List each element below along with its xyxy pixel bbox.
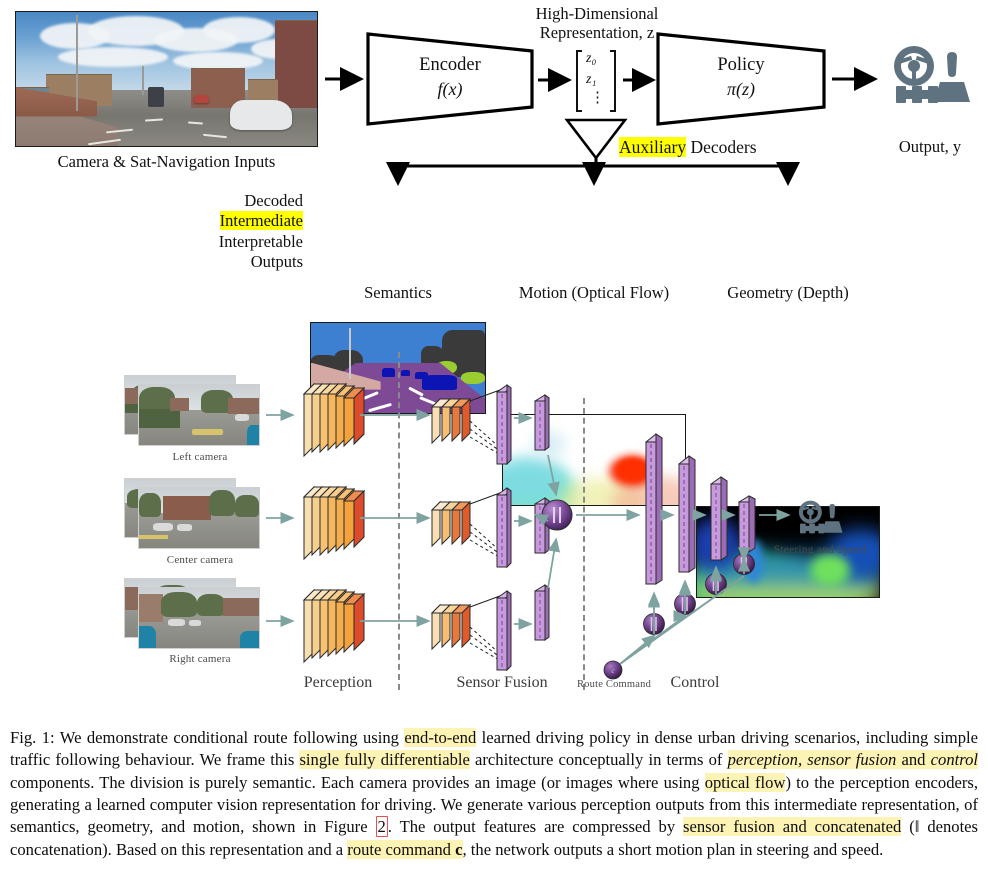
caption-segment-9: optical flow	[704, 772, 786, 792]
route-command-label: Route Command	[576, 679, 652, 690]
caption-segment-5: perception, sensor fusion	[727, 750, 897, 770]
caption-label: Fig. 1:	[10, 728, 55, 747]
fusion-block-center	[428, 488, 536, 571]
side-label-line-1: Intermediate	[219, 211, 303, 231]
encoder-title: Encoder	[419, 55, 481, 75]
policy-formula: π(z)	[726, 79, 755, 99]
input-camera-image	[15, 11, 318, 147]
steering-speed-label: Steering and Speed	[773, 544, 867, 556]
section-label-perception: Perception	[303, 674, 373, 691]
input-image-caption: Camera & Sat-Navigation Inputs	[57, 152, 276, 171]
side-label-line-0: Decoded	[244, 191, 303, 210]
decoders-word: Decoders	[686, 137, 757, 157]
caption-segment-1: end-to-end	[404, 728, 477, 747]
divider-fusion-control	[583, 398, 585, 690]
control-gate-node-2	[673, 592, 697, 621]
concatenation-node	[540, 498, 574, 537]
optical-flow-caption: Motion (Optical Flow)	[518, 283, 670, 302]
latent-vector: z₀ z₁ ⋮	[573, 48, 619, 114]
decoded-outputs-side-label: Decoded Intermediate Interpretable Outpu…	[185, 191, 303, 273]
divider-perception-fusion	[398, 352, 400, 690]
camera-thumb-left	[138, 384, 260, 446]
control-fc-bar-3	[707, 473, 731, 572]
caption-segment-0: We demonstrate conditional route followi…	[54, 728, 405, 747]
fusion-fc-bar-left-1	[494, 382, 514, 473]
caption-segment-15: route command c	[347, 839, 463, 859]
fusion-block-right	[428, 591, 536, 674]
encoder-formula: f(x)	[437, 79, 463, 99]
caption-segment-8: components. The division is purely seman…	[10, 772, 705, 792]
auxiliary-highlight: Auxiliary	[619, 137, 687, 157]
camera-label-right: Right camera	[169, 653, 231, 665]
latent-entry-0: z₀	[586, 51, 597, 66]
fusion-fc-bar-right-2	[532, 582, 552, 649]
fusion-fc-bar-left-2	[532, 392, 552, 459]
camera-label-left: Left camera	[172, 451, 228, 463]
control-gate-node-1	[642, 612, 666, 641]
caption-segment-3: single fully differentiable	[299, 750, 470, 770]
latent-entry-1: z₁	[586, 72, 597, 87]
caption-segment-4: architecture conceptually in terms of	[469, 750, 728, 770]
caption-segment-13: sensor fusion and concatenated	[683, 817, 902, 837]
latent-heading-line1: High-Dimensional	[535, 4, 659, 23]
semantics-caption: Semantics	[364, 283, 432, 302]
figure-page: Camera & Sat-Navigation Inputs Encoder f…	[0, 0, 988, 889]
side-label-line-3: Outputs	[250, 252, 303, 272]
caption-segment-6: and	[896, 750, 931, 770]
camera-thumb-center	[138, 487, 260, 549]
control-gate-node-4	[732, 552, 756, 581]
camera-label-center: Center camera	[166, 554, 234, 566]
policy-block: Policy π(z)	[655, 31, 827, 127]
encoder-block: Encoder f(x)	[365, 31, 535, 127]
steering-speed-icon	[794, 496, 844, 542]
section-label-sensor-fusion: Sensor Fusion	[456, 674, 548, 691]
depth-caption: Geometry (Depth)	[727, 283, 849, 302]
fusion-fc-bar-center-1	[494, 485, 514, 576]
perception-encoder-left	[296, 372, 388, 463]
perception-encoder-right	[296, 578, 388, 669]
perception-encoder-center	[296, 475, 388, 566]
fusion-block-left	[428, 385, 536, 468]
camera-thumb-right	[138, 587, 260, 649]
auxiliary-decoders-label: Auxiliary Decoders	[619, 137, 757, 158]
caption-segment-7: control	[930, 750, 978, 770]
caption-segment-11: 2	[375, 816, 388, 838]
caption-segment-16: , the network outputs a short motion pla…	[462, 839, 884, 859]
control-fc-bar-2	[675, 452, 699, 585]
figure-caption: Fig. 1: We demonstrate conditional route…	[10, 727, 978, 861]
caption-segment-12: . The output features are compressed by	[387, 817, 684, 837]
control-fc-bar-1	[642, 430, 666, 597]
control-gate-node-3	[704, 572, 728, 601]
output-label: Output, y	[898, 137, 962, 156]
caption-body: We demonstrate conditional route followi…	[10, 728, 978, 859]
latent-entry-2: ⋮	[590, 90, 605, 106]
caption-route-command-symbol: c	[455, 839, 463, 859]
steering-wheel-gearshift-icon	[886, 38, 972, 118]
fusion-fc-bar-right-1	[494, 588, 514, 679]
policy-title: Policy	[717, 55, 765, 75]
side-label-line-2: Interpretable	[218, 231, 303, 251]
